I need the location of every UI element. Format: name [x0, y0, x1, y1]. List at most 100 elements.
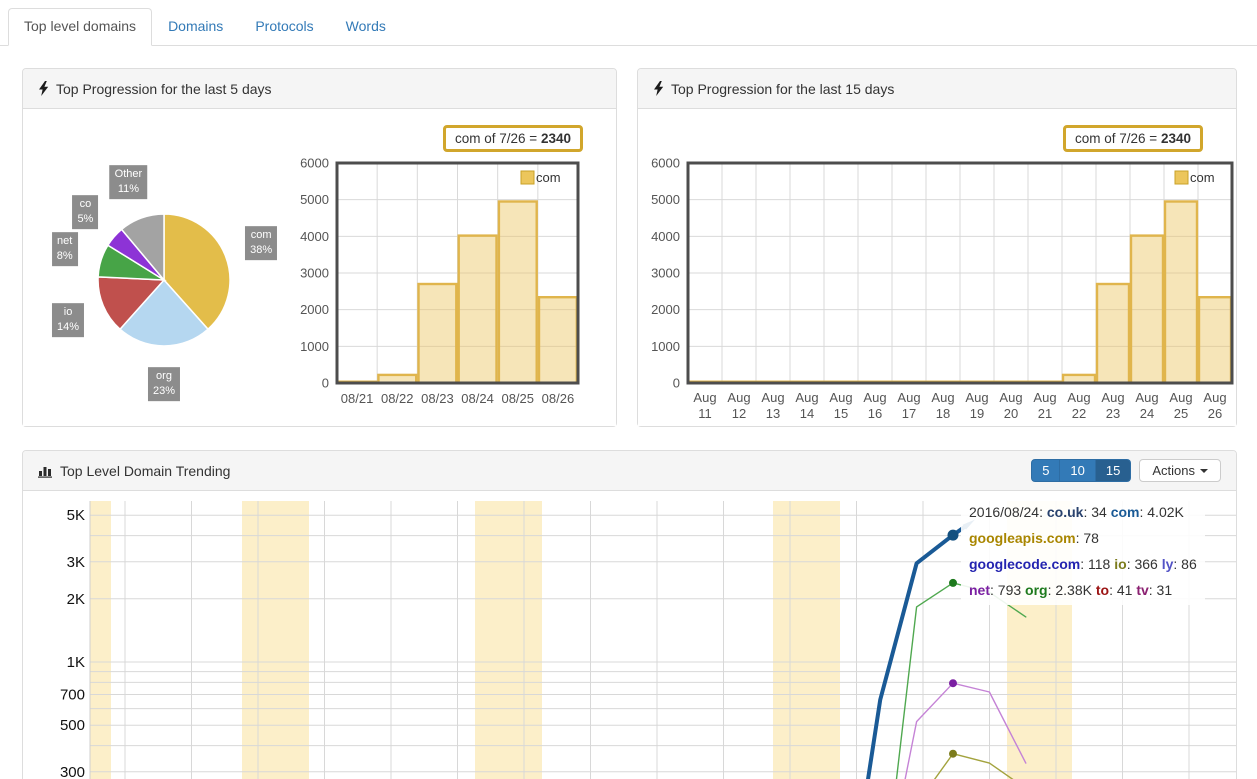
tab-protocols[interactable]: Protocols: [239, 8, 329, 46]
y-axis-label-1K: 1K: [67, 654, 85, 671]
panel-trending-body: 5K 3K 2K 1K 700 500 300 2016/08/24: co.uk: 34 …: [23, 491, 1236, 779]
x-tick-label: 08/25: [501, 391, 534, 406]
bar-08-25[interactable]: [499, 202, 537, 384]
x-tick-label: 19: [970, 406, 984, 421]
y-tick-label: 3000: [651, 266, 680, 281]
com-value-badge-5day: com of 7/26 = 2340: [443, 125, 583, 152]
x-tick-label: Aug: [1169, 390, 1192, 405]
x-tick-label: Aug: [1033, 390, 1056, 405]
lightning-bolt-icon: [38, 81, 49, 96]
series-dot-com[interactable]: [948, 530, 959, 541]
series-dot-org[interactable]: [949, 579, 957, 587]
y-tick-label: 1000: [651, 339, 680, 354]
range-button-group: 51015: [1031, 459, 1131, 482]
x-tick-label: 22: [1072, 406, 1086, 421]
x-tick-label: 14: [800, 406, 814, 421]
x-tick-label: Aug: [931, 390, 954, 405]
actions-dropdown-button[interactable]: Actions: [1139, 459, 1221, 482]
x-tick-label: Aug: [761, 390, 784, 405]
x-tick-label: Aug: [1135, 390, 1158, 405]
legend-swatch: [1175, 171, 1188, 184]
panel-trending-title: Top Level Domain Trending: [60, 463, 230, 479]
weekend-band: [773, 501, 840, 779]
bar-aug-23[interactable]: [1097, 284, 1129, 383]
series-line-com[interactable]: [862, 525, 968, 779]
com-value-badge-15day: com of 7/26 = 2340: [1063, 125, 1203, 152]
y-tick-label: 5000: [300, 192, 329, 207]
bar-08-24[interactable]: [459, 236, 497, 383]
bar-aug-25[interactable]: [1165, 202, 1197, 384]
tooltip-row: 2016/08/24: co.uk: 34 com: 4.02K: [969, 499, 1197, 525]
panel-15day-body: com of 7/26 = 2340 010002000300040005000…: [638, 109, 1236, 426]
x-tick-label: 08/22: [381, 391, 414, 406]
bar-aug-26[interactable]: [1199, 297, 1231, 383]
x-tick-label: 18: [936, 406, 950, 421]
x-tick-label: Aug: [999, 390, 1022, 405]
y-tick-label: 2000: [300, 302, 329, 317]
weekend-band: [90, 501, 111, 779]
x-tick-label: Aug: [897, 390, 920, 405]
y-tick-label: 0: [322, 376, 329, 391]
pie-label-co: co5%: [72, 195, 98, 229]
tooltip-row: googlecode.com: 118 io: 366 ly: 86: [969, 551, 1197, 577]
y-axis-label-700: 700: [60, 687, 85, 704]
x-tick-label: 08/23: [421, 391, 454, 406]
trend-tooltip: 2016/08/24: co.uk: 34 com: 4.02Kgoogleap…: [961, 497, 1205, 605]
range-button-10[interactable]: 10: [1060, 459, 1095, 482]
bar-aug-24[interactable]: [1131, 236, 1163, 383]
com-5day-bar-chart: 010002000300040005000600008/2108/2208/23…: [23, 109, 616, 426]
y-axis-label-2K: 2K: [67, 591, 85, 608]
series-dot-io[interactable]: [949, 750, 957, 758]
x-tick-label: 17: [902, 406, 916, 421]
y-axis-label-5K: 5K: [67, 507, 85, 524]
x-tick-label: 08/24: [461, 391, 494, 406]
tab-bar: Top level domainsDomainsProtocolsWords: [0, 8, 1257, 46]
x-tick-label: 26: [1208, 406, 1222, 421]
panel-trending-heading: Top Level Domain Trending 51015 Actions: [23, 451, 1236, 491]
x-tick-label: 16: [868, 406, 882, 421]
x-tick-label: Aug: [1101, 390, 1124, 405]
x-tick-label: 23: [1106, 406, 1120, 421]
bar-chart-icon: [38, 464, 53, 478]
y-tick-label: 0: [673, 376, 680, 391]
y-tick-label: 5000: [651, 192, 680, 207]
lightning-bolt-icon: [653, 81, 664, 96]
bar-08-26[interactable]: [539, 297, 577, 383]
x-tick-label: 20: [1004, 406, 1018, 421]
range-button-15[interactable]: 15: [1096, 459, 1131, 482]
tab-domains[interactable]: Domains: [152, 8, 239, 46]
x-tick-label: 13: [766, 406, 780, 421]
bar-08-23[interactable]: [419, 284, 457, 383]
x-tick-label: Aug: [965, 390, 988, 405]
y-axis-label-300: 300: [60, 764, 85, 779]
panel-5day-heading: Top Progression for the last 5 days: [23, 69, 616, 109]
x-tick-label: 25: [1174, 406, 1188, 421]
weekend-band: [242, 501, 309, 779]
x-tick-label: Aug: [727, 390, 750, 405]
pie-label-io: io14%: [52, 303, 84, 337]
x-tick-label: 21: [1038, 406, 1052, 421]
legend-label: com: [1190, 170, 1215, 185]
caret-down-icon: [1200, 469, 1208, 473]
pie-label-org: org23%: [148, 367, 180, 401]
tab-words[interactable]: Words: [330, 8, 402, 46]
tab-top-level-domains[interactable]: Top level domains: [8, 8, 152, 46]
range-button-5[interactable]: 5: [1031, 459, 1060, 482]
x-tick-label: 08/26: [542, 391, 575, 406]
y-tick-label: 6000: [651, 156, 680, 171]
x-tick-label: 15: [834, 406, 848, 421]
y-axis-label-500: 500: [60, 717, 85, 734]
pie-label-net: net8%: [52, 232, 78, 266]
y-tick-label: 6000: [300, 156, 329, 171]
series-dot-net[interactable]: [949, 679, 957, 687]
x-tick-label: Aug: [693, 390, 716, 405]
panel-5day-body: com of 7/26 = 2340 010002000300040005000…: [23, 109, 616, 426]
y-tick-label: 3000: [300, 266, 329, 281]
panel-top-progression-15-days: Top Progression for the last 15 days com…: [637, 68, 1237, 427]
pie-label-other: Other11%: [110, 165, 148, 199]
y-axis-label-3K: 3K: [67, 554, 85, 571]
x-tick-label: 11: [698, 406, 712, 421]
weekend-band: [475, 501, 542, 779]
y-tick-label: 4000: [651, 229, 680, 244]
x-tick-label: Aug: [829, 390, 852, 405]
